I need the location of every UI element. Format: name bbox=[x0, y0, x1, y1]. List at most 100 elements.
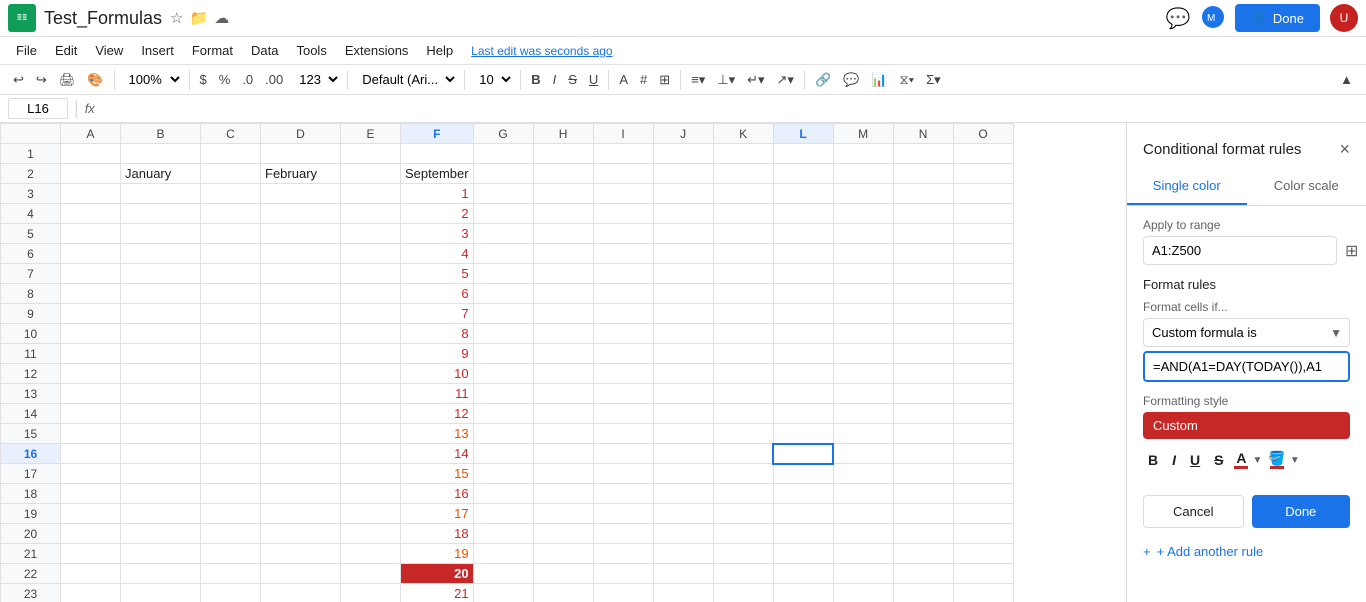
col-header-M[interactable]: M bbox=[833, 124, 893, 144]
cancel-button[interactable]: Cancel bbox=[1143, 495, 1244, 528]
col-header-J[interactable]: J bbox=[653, 124, 713, 144]
menu-edit[interactable]: Edit bbox=[47, 39, 85, 62]
cell-K1[interactable] bbox=[713, 144, 773, 164]
fill-color-style-button[interactable]: 🪣 bbox=[1266, 449, 1287, 471]
borders-button[interactable]: # bbox=[635, 69, 652, 90]
italic-button[interactable]: I bbox=[548, 69, 562, 90]
formula-input[interactable] bbox=[101, 99, 1358, 118]
done-button[interactable]: Done bbox=[1252, 495, 1351, 528]
italic-style-button[interactable]: I bbox=[1167, 449, 1181, 471]
cell-E1[interactable] bbox=[341, 144, 401, 164]
print-button[interactable]: 🖨 bbox=[54, 69, 81, 91]
col-header-L[interactable]: L bbox=[773, 124, 833, 144]
fill-color-chevron[interactable]: ▼ bbox=[1290, 455, 1300, 466]
cell-J1[interactable] bbox=[653, 144, 713, 164]
col-header-O[interactable]: O bbox=[953, 124, 1013, 144]
condition-select[interactable]: Custom formula is Is empty Is not empty … bbox=[1143, 318, 1350, 347]
col-header-E[interactable]: E bbox=[341, 124, 401, 144]
cell-L2[interactable] bbox=[773, 164, 833, 184]
col-header-I[interactable]: I bbox=[593, 124, 653, 144]
menu-insert[interactable]: Insert bbox=[133, 39, 182, 62]
font-select[interactable]: Default (Ari... bbox=[353, 68, 459, 91]
format-select[interactable]: 123 bbox=[290, 68, 342, 91]
col-header-G[interactable]: G bbox=[473, 124, 533, 144]
share-button[interactable]: 👤 Done bbox=[1235, 4, 1320, 32]
col-header-K[interactable]: K bbox=[713, 124, 773, 144]
cell-G1[interactable] bbox=[473, 144, 533, 164]
cell-I1[interactable] bbox=[593, 144, 653, 164]
underline-button[interactable]: U bbox=[584, 69, 603, 90]
size-select[interactable]: 10 bbox=[470, 68, 515, 91]
col-header-D[interactable]: D bbox=[261, 124, 341, 144]
col-header-N[interactable]: N bbox=[893, 124, 953, 144]
cell-B2[interactable]: January bbox=[121, 164, 201, 184]
grid-select-button[interactable]: ⊞ bbox=[1341, 237, 1362, 265]
cell-G2[interactable] bbox=[473, 164, 533, 184]
bold-button[interactable]: B bbox=[526, 69, 545, 90]
cell-E2[interactable] bbox=[341, 164, 401, 184]
underline-style-button[interactable]: U bbox=[1185, 449, 1205, 471]
valign-button[interactable]: ⊥▾ bbox=[712, 69, 740, 91]
paint-format-button[interactable]: 🎨 bbox=[82, 69, 108, 91]
col-header-H[interactable]: H bbox=[533, 124, 593, 144]
strikethrough-style-button[interactable]: S bbox=[1209, 449, 1228, 471]
fill-color-button[interactable]: A bbox=[614, 69, 633, 90]
cell-O1[interactable] bbox=[953, 144, 1013, 164]
wrap-button[interactable]: ↵▾ bbox=[742, 69, 769, 91]
font-color-chevron[interactable]: ▼ bbox=[1252, 455, 1262, 466]
cloud-icon[interactable]: ☁ bbox=[214, 9, 229, 27]
percent-button[interactable]: % bbox=[214, 69, 236, 90]
filter-button[interactable]: ⧖▾ bbox=[895, 69, 920, 91]
merge-button[interactable]: ⊞ bbox=[654, 69, 675, 91]
meet-button[interactable]: M bbox=[1201, 5, 1225, 32]
cell-ref-input[interactable]: L16 bbox=[8, 98, 68, 119]
col-header-F[interactable]: F bbox=[401, 124, 474, 144]
cell-M2[interactable] bbox=[833, 164, 893, 184]
collapse-button[interactable]: ▲ bbox=[1335, 69, 1358, 90]
zoom-select[interactable]: 100% bbox=[120, 68, 184, 91]
menu-help[interactable]: Help bbox=[418, 39, 461, 62]
link-button[interactable]: 🔗 bbox=[810, 69, 836, 91]
cell-N2[interactable] bbox=[893, 164, 953, 184]
panel-close-button[interactable]: × bbox=[1339, 139, 1350, 160]
undo-button[interactable]: ↩ bbox=[8, 69, 29, 91]
cell-I2[interactable] bbox=[593, 164, 653, 184]
cell-L1[interactable] bbox=[773, 144, 833, 164]
strikethrough-button[interactable]: S bbox=[563, 69, 582, 90]
range-input[interactable] bbox=[1143, 236, 1337, 265]
rotate-button[interactable]: ↗▾ bbox=[772, 69, 799, 91]
cell-D1[interactable] bbox=[261, 144, 341, 164]
cell-J2[interactable] bbox=[653, 164, 713, 184]
redo-button[interactable]: ↪ bbox=[31, 69, 52, 91]
formula-value-input[interactable] bbox=[1143, 351, 1350, 382]
cell-K2[interactable] bbox=[713, 164, 773, 184]
dec2-button[interactable]: .00 bbox=[260, 69, 288, 90]
cell-D2[interactable]: February bbox=[261, 164, 341, 184]
menu-format[interactable]: Format bbox=[184, 39, 241, 62]
cell-L16[interactable] bbox=[773, 444, 833, 464]
cell-N1[interactable] bbox=[893, 144, 953, 164]
col-header-A[interactable]: A bbox=[61, 124, 121, 144]
cell-H1[interactable] bbox=[533, 144, 593, 164]
cell-C1[interactable] bbox=[201, 144, 261, 164]
cell-A2[interactable] bbox=[61, 164, 121, 184]
cell-F2[interactable]: September bbox=[401, 164, 474, 184]
menu-extensions[interactable]: Extensions bbox=[337, 39, 417, 62]
menu-file[interactable]: File bbox=[8, 39, 45, 62]
function-button[interactable]: Σ▾ bbox=[921, 69, 946, 91]
col-header-B[interactable]: B bbox=[121, 124, 201, 144]
cell-O2[interactable] bbox=[953, 164, 1013, 184]
menu-view[interactable]: View bbox=[87, 39, 131, 62]
bold-style-button[interactable]: B bbox=[1143, 449, 1163, 471]
font-color-button[interactable]: A bbox=[1232, 449, 1250, 471]
cell-A1[interactable] bbox=[61, 144, 121, 164]
add-rule-button[interactable]: + + Add another rule bbox=[1143, 540, 1350, 563]
dec1-button[interactable]: .0 bbox=[237, 69, 258, 90]
menu-data[interactable]: Data bbox=[243, 39, 286, 62]
tab-single-color[interactable]: Single color bbox=[1127, 168, 1247, 205]
cell-M1[interactable] bbox=[833, 144, 893, 164]
folder-icon[interactable]: 📁 bbox=[190, 9, 209, 27]
comment-inline-button[interactable]: 💬 bbox=[838, 69, 864, 91]
cell-F1[interactable] bbox=[401, 144, 474, 164]
chart-button[interactable]: 📊 bbox=[866, 69, 892, 91]
